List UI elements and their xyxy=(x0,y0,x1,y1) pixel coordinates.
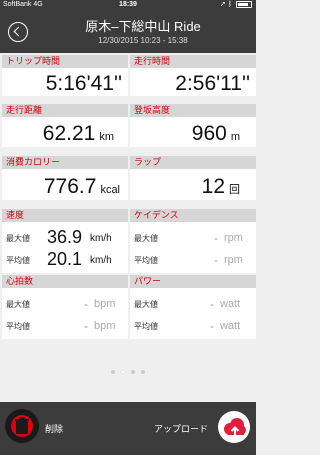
speed-avg-row: 平均値 20.1 km/h xyxy=(2,248,128,271)
power-avg-value: - xyxy=(210,319,214,333)
header: 原木–下総中山 Ride 12/30/2015 10:23 - 15:38 xyxy=(0,10,256,53)
cadence-max-unit: rpm xyxy=(224,232,243,244)
calories-card: 消費カロリー 776.7 kcal xyxy=(2,156,128,200)
bluetooth-icon: ᛒ xyxy=(227,1,233,8)
page-indicator[interactable] xyxy=(0,361,256,379)
speed-max-unit: km/h xyxy=(90,233,112,244)
status-time: 18:39 xyxy=(119,1,137,8)
elevation-value: 960 xyxy=(191,122,227,145)
heart-rate-avg-row: 平均値 - bpm xyxy=(2,314,128,337)
cadence-max-value: - xyxy=(214,231,218,245)
power-max-label: 最大値 xyxy=(134,300,158,309)
laps-card: ラップ 12 回 xyxy=(130,156,256,200)
heart-rate-label: 心拍数 xyxy=(2,275,128,288)
ride-date-range: 12/30/2015 10:23 - 15:38 xyxy=(98,36,188,45)
moving-time-card: 走行時間 2:56'11'' xyxy=(130,55,256,96)
cadence-avg-row: 平均値 - rpm xyxy=(130,248,256,271)
cadence-avg-value: - xyxy=(214,253,218,267)
speed-max-value: 36.9 xyxy=(46,227,82,247)
elevation-label: 登坂高度 xyxy=(130,104,256,117)
calories-value: 776.7 xyxy=(43,175,97,198)
speed-avg-unit: km/h xyxy=(90,255,112,266)
page-dot[interactable] xyxy=(141,370,145,374)
heart-rate-max-unit: bpm xyxy=(94,298,116,310)
laps-unit: 回 xyxy=(229,184,240,196)
heart-rate-max-label: 最大値 xyxy=(6,300,30,309)
heart-rate-card: 心拍数 最大値 - bpm 平均値 - bpm xyxy=(2,275,128,339)
elevation-card: 登坂高度 960 m xyxy=(130,104,256,147)
distance-unit: km xyxy=(99,131,114,143)
location-icon: ➚ xyxy=(220,1,226,8)
power-label: パワー xyxy=(130,275,256,288)
cadence-max-label: 最大値 xyxy=(134,234,158,243)
cadence-max-row: 最大値 - rpm xyxy=(130,226,256,249)
moving-time-label: 走行時間 xyxy=(130,55,256,68)
elevation-unit: m xyxy=(230,131,240,143)
page-dot[interactable] xyxy=(131,370,135,374)
power-avg-label: 平均値 xyxy=(134,322,158,331)
cloud-upload-icon xyxy=(224,418,246,437)
bottom-toolbar: 削除 アップロード xyxy=(0,402,256,455)
power-max-unit: watt xyxy=(220,298,241,310)
cadence-avg-label: 平均値 xyxy=(134,256,158,265)
heart-rate-avg-unit: bpm xyxy=(94,320,116,332)
page-dot[interactable] xyxy=(121,370,125,374)
upload-label[interactable]: アップロード xyxy=(154,422,208,435)
power-max-value: - xyxy=(210,297,214,311)
laps-value: 12 xyxy=(201,175,225,198)
cadence-label: ケイデンス xyxy=(130,209,256,222)
distance-label: 走行距離 xyxy=(2,104,128,117)
trip-time-label: トリップ時間 xyxy=(2,55,128,68)
battery-icon xyxy=(236,0,252,8)
distance-value: 62.21 xyxy=(42,122,96,145)
heart-rate-avg-value: - xyxy=(84,319,88,333)
trip-time-value: 5:16'41'' xyxy=(45,72,122,95)
distance-card: 走行距離 62.21 km xyxy=(2,104,128,147)
moving-time-value: 2:56'11'' xyxy=(175,72,250,95)
laps-label: ラップ xyxy=(130,156,256,169)
page-dot[interactable] xyxy=(111,370,115,374)
cadence-card: ケイデンス 最大値 - rpm 平均値 - rpm xyxy=(130,209,256,273)
speed-max-row: 最大値 36.9 km/h xyxy=(2,226,128,249)
power-max-row: 最大値 - watt xyxy=(130,292,256,315)
trip-time-card: トリップ時間 5:16'41'' xyxy=(2,55,128,96)
calories-unit: kcal xyxy=(100,184,120,196)
speed-avg-value: 20.1 xyxy=(46,249,82,269)
delete-label[interactable]: 削除 xyxy=(45,422,63,435)
status-bar: SoftBank 4G 18:39 ➚ ᛒ xyxy=(0,0,256,10)
trash-icon xyxy=(15,417,29,434)
back-button[interactable] xyxy=(8,22,28,42)
power-avg-unit: watt xyxy=(220,320,241,332)
page-title: 原木–下総中山 Ride xyxy=(85,19,201,34)
heart-rate-max-value: - xyxy=(84,297,88,311)
cadence-avg-unit: rpm xyxy=(224,254,243,266)
chevron-left-icon xyxy=(13,26,24,37)
calories-label: 消費カロリー xyxy=(2,156,128,169)
speed-avg-label: 平均値 xyxy=(6,256,30,265)
heart-rate-avg-label: 平均値 xyxy=(6,322,30,331)
delete-button[interactable] xyxy=(5,409,39,443)
power-card: パワー 最大値 - watt 平均値 - watt xyxy=(130,275,256,339)
speed-max-label: 最大値 xyxy=(6,234,30,243)
speed-card: 速度 最大値 36.9 km/h 平均値 20.1 km/h xyxy=(2,209,128,273)
speed-label: 速度 xyxy=(2,209,128,222)
upload-button[interactable] xyxy=(218,411,250,443)
heart-rate-max-row: 最大値 - bpm xyxy=(2,292,128,315)
power-avg-row: 平均値 - watt xyxy=(130,314,256,337)
